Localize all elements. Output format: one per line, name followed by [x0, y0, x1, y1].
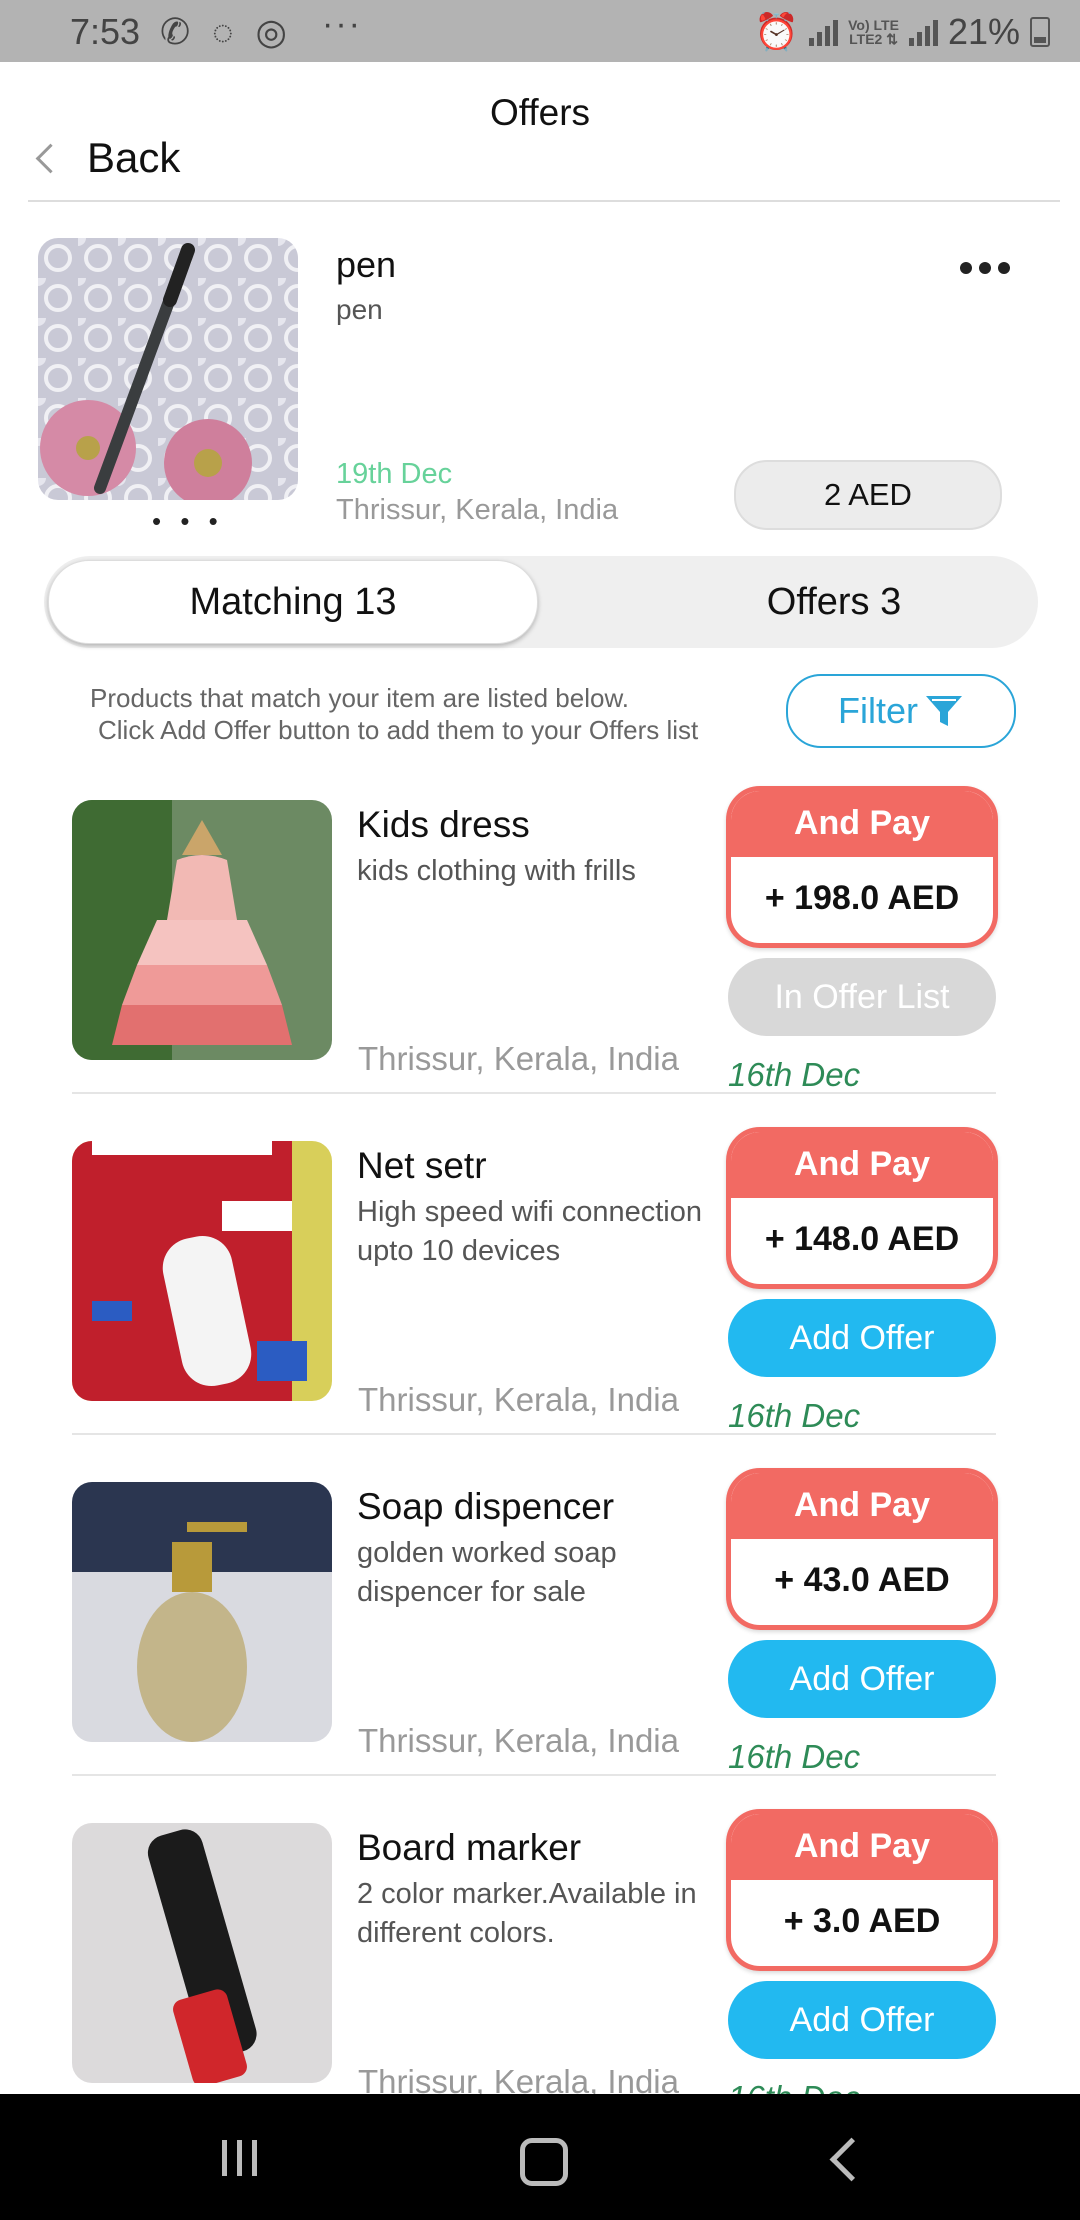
- product-description: High speed wifi connection upto 10 devic…: [357, 1196, 702, 1267]
- product-row[interactable]: Soap dispencer golden worked soap dispen…: [0, 1468, 1080, 1823]
- image-pager-dots: • • •: [152, 506, 224, 536]
- notification-icons: ✆ ◌ ◎: [160, 11, 293, 52]
- filter-button[interactable]: Filter: [786, 674, 1016, 748]
- add-offer-button[interactable]: Add Offer: [728, 1640, 996, 1718]
- hint-text: Products that match your item are listed…: [90, 683, 699, 745]
- pay-amount: + 198.0 AED: [764, 879, 960, 917]
- item-price: 2 AED: [734, 460, 1002, 530]
- product-image: [72, 1482, 332, 1742]
- product-row[interactable]: Kids dress kids clothing with frills Thr…: [0, 786, 1080, 1141]
- product-image: [72, 800, 332, 1060]
- pay-amount: + 43.0 AED: [774, 1561, 950, 1599]
- chevron-left-icon: [35, 143, 66, 173]
- and-pay-label: And Pay: [731, 791, 993, 857]
- product-description: 2 color marker.Available in different co…: [357, 1878, 697, 1949]
- item-date: 19th Dec: [336, 458, 453, 490]
- battery-icon: [1030, 17, 1050, 47]
- lte-indicator: Vo) LTE LTE2 ⇅: [848, 17, 899, 47]
- product-image: [72, 1823, 332, 2083]
- product-name: Soap dispencer: [357, 1486, 615, 1527]
- product-description: kids clothing with frills: [357, 855, 636, 887]
- product-image: [72, 1141, 332, 1401]
- product-location: Thrissur, Kerala, India: [358, 1040, 679, 1077]
- pay-amount: + 3.0 AED: [783, 1902, 941, 1940]
- row-divider: [72, 1774, 996, 1776]
- product-date: 16th Dec: [728, 1397, 861, 1434]
- product-date: 16th Dec: [728, 1738, 861, 1775]
- filter-label: Filter: [838, 690, 918, 731]
- more-options-icon[interactable]: [960, 262, 1010, 274]
- and-pay-label: And Pay: [731, 1473, 993, 1539]
- system-nav-bar: [0, 2094, 1080, 2220]
- page-title: Offers: [489, 92, 591, 133]
- add-offer-button[interactable]: Add Offer: [728, 1981, 996, 2059]
- tab-offers[interactable]: Offers 3: [584, 556, 1080, 648]
- product-location: Thrissur, Kerala, India: [358, 1381, 679, 1418]
- battery-percent: 21%: [947, 11, 1020, 52]
- back-button[interactable]: Back: [35, 134, 181, 182]
- pay-amount: + 148.0 AED: [764, 1220, 960, 1258]
- tab-bar: Matching 13 Offers 3: [44, 556, 1038, 648]
- product-name: Board marker: [357, 1827, 582, 1868]
- product-date: 16th Dec: [728, 1056, 861, 1093]
- funnel-icon: [926, 696, 962, 726]
- row-divider: [72, 1433, 996, 1435]
- and-pay-badge: And Pay + 148.0 AED: [726, 1127, 998, 1289]
- and-pay-badge: And Pay + 43.0 AED: [726, 1468, 998, 1630]
- status-bar: 7:53 ✆ ◌ ◎ ··· ⏰ Vo) LTE LTE2 ⇅ 21%: [0, 0, 1080, 62]
- status-time: 7:53: [70, 11, 141, 52]
- product-row[interactable]: Net setr High speed wifi connection upto…: [0, 1127, 1080, 1482]
- item-description: pen: [336, 294, 383, 325]
- and-pay-label: And Pay: [731, 1814, 993, 1880]
- signal-icon: [809, 18, 839, 46]
- row-divider: [72, 1092, 996, 1094]
- in-offer-list-button[interactable]: In Offer List: [728, 958, 996, 1036]
- item-image[interactable]: [38, 238, 298, 500]
- alarm-icon: ⏰: [754, 11, 800, 52]
- product-name: Kids dress: [357, 804, 530, 845]
- and-pay-label: And Pay: [731, 1132, 993, 1198]
- back-nav-icon[interactable]: [829, 2137, 874, 2182]
- header-divider: [28, 200, 1060, 202]
- back-label: Back: [87, 134, 181, 181]
- and-pay-badge: And Pay + 198.0 AED: [726, 786, 998, 948]
- more-notifications-icon: ···: [322, 5, 362, 43]
- product-location: Thrissur, Kerala, India: [358, 1722, 679, 1759]
- signal-icon-2: [908, 18, 938, 46]
- product-description: golden worked soap dispencer for sale: [357, 1537, 617, 1608]
- item-title: pen: [336, 244, 397, 285]
- add-offer-button[interactable]: Add Offer: [728, 1299, 996, 1377]
- item-location: Thrissur, Kerala, India: [336, 494, 619, 526]
- product-name: Net setr: [357, 1145, 487, 1186]
- tab-matching[interactable]: Matching 13: [48, 560, 538, 644]
- home-icon[interactable]: [520, 2138, 568, 2186]
- and-pay-badge: And Pay + 3.0 AED: [726, 1809, 998, 1971]
- recents-icon[interactable]: [222, 2140, 257, 2176]
